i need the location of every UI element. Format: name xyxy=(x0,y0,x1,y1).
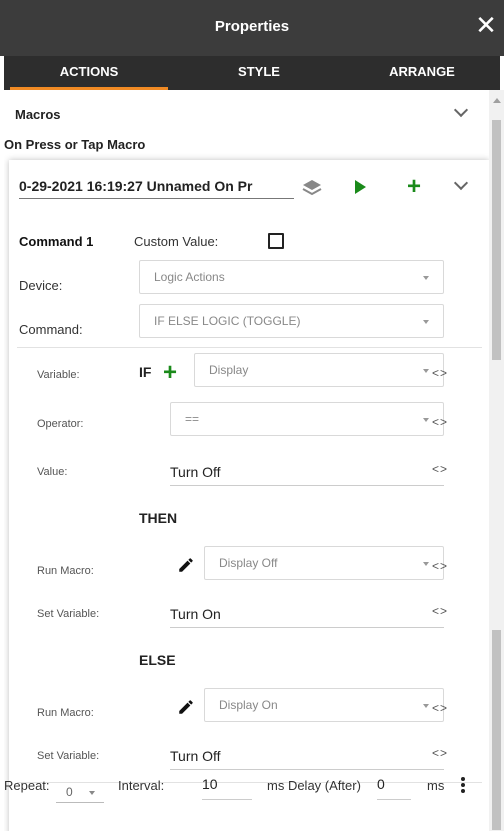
play-icon[interactable] xyxy=(355,180,366,194)
code-toggle-icon[interactable]: <> xyxy=(432,559,448,573)
repeat-label: Repeat: xyxy=(4,778,50,793)
operator-label: Operator: xyxy=(37,418,84,430)
code-toggle-icon[interactable]: <> xyxy=(432,415,448,429)
set-variable-label: Set Variable: xyxy=(37,750,100,762)
command-value: IF ELSE LOGIC (TOGGLE) xyxy=(154,314,301,328)
caret-down-icon xyxy=(423,369,429,373)
then-run-macro-value: Display Off xyxy=(219,556,278,570)
more-options-icon[interactable] xyxy=(461,777,465,795)
custom-value-label: Custom Value: xyxy=(134,234,219,249)
caret-down-icon xyxy=(423,276,429,280)
code-toggle-icon[interactable]: <> xyxy=(432,604,448,618)
repeat-value: 0 xyxy=(66,785,73,799)
caret-down-icon xyxy=(423,562,429,566)
repeat-row: Repeat: 0 Interval: 10 ms Delay (After) … xyxy=(4,767,489,807)
caret-down-icon xyxy=(89,791,95,795)
macro-name-input[interactable]: 0-29-2021 16:19:27 Unnamed On Pr xyxy=(19,178,294,199)
scrollbar[interactable] xyxy=(489,90,504,831)
variable-value: Display xyxy=(209,363,249,377)
if-keyword: IF xyxy=(139,364,152,380)
code-toggle-icon[interactable]: <> xyxy=(432,701,448,715)
properties-header: Properties ✕ xyxy=(0,0,504,56)
then-run-macro-select[interactable]: Display Off xyxy=(204,546,444,580)
else-keyword: ELSE xyxy=(139,652,176,668)
properties-content: Macros On Press or Tap Macro 0-29-2021 1… xyxy=(4,90,489,831)
scrollbar-thumb[interactable] xyxy=(492,120,501,360)
else-set-variable-input[interactable]: Turn Off xyxy=(170,742,444,770)
divider xyxy=(17,347,482,348)
else-run-macro-select[interactable]: Display On xyxy=(204,688,444,722)
set-variable-label: Set Variable: xyxy=(37,608,100,620)
custom-value-checkbox[interactable] xyxy=(268,233,284,249)
run-macro-label: Run Macro: xyxy=(37,565,94,577)
variable-label: Variable: xyxy=(37,369,80,381)
operator-value: == xyxy=(185,412,200,426)
interval-input[interactable]: 10 xyxy=(202,776,252,800)
repeat-select[interactable]: 0 xyxy=(56,777,104,803)
ms-label: ms xyxy=(427,778,445,793)
device-label: Device: xyxy=(19,278,63,293)
device-select[interactable]: Logic Actions xyxy=(139,260,444,294)
then-set-variable-input[interactable]: Turn On xyxy=(170,600,444,628)
on-press-macro-label: On Press or Tap Macro xyxy=(4,137,146,152)
pencil-icon[interactable] xyxy=(177,698,195,716)
tab-bar: ACTIONS STYLE ARRANGE xyxy=(4,56,500,90)
scrollbar-thumb[interactable] xyxy=(492,630,501,830)
value-input[interactable]: Turn Off xyxy=(170,458,444,486)
add-command-icon[interactable]: + xyxy=(407,175,421,199)
caret-down-icon xyxy=(423,418,429,422)
delay-input[interactable]: 0 xyxy=(377,776,411,800)
add-condition-icon[interactable]: + xyxy=(163,361,177,385)
command-label: Command: xyxy=(19,322,83,337)
macro-card: 0-29-2021 16:19:27 Unnamed On Pr + Comma… xyxy=(9,160,489,831)
then-keyword: THEN xyxy=(139,510,178,526)
caret-down-icon xyxy=(423,320,429,324)
tab-actions[interactable]: ACTIONS xyxy=(4,56,174,90)
command-select[interactable]: IF ELSE LOGIC (TOGGLE) xyxy=(139,304,444,338)
macros-section-label: Macros xyxy=(15,107,61,122)
tab-arrange[interactable]: ARRANGE xyxy=(344,56,500,90)
code-toggle-icon[interactable]: <> xyxy=(432,462,448,476)
caret-down-icon xyxy=(423,704,429,708)
pencil-icon[interactable] xyxy=(177,556,195,574)
layers-icon[interactable] xyxy=(301,178,323,198)
chevron-down-icon[interactable] xyxy=(453,102,469,118)
chevron-down-icon[interactable] xyxy=(453,175,469,191)
value-label: Value: xyxy=(37,466,68,478)
close-icon[interactable]: ✕ xyxy=(472,10,500,40)
run-macro-label: Run Macro: xyxy=(37,707,94,719)
operator-select[interactable]: == xyxy=(170,402,444,436)
delay-label: ms Delay (After) xyxy=(267,778,361,793)
variable-select[interactable]: Display xyxy=(194,353,444,387)
tab-style[interactable]: STYLE xyxy=(174,56,344,90)
panel-title: Properties xyxy=(214,18,290,35)
code-toggle-icon[interactable]: <> xyxy=(432,366,448,380)
interval-label: Interval: xyxy=(118,778,165,793)
command-title: Command 1 xyxy=(19,234,94,249)
else-run-macro-value: Display On xyxy=(219,698,278,712)
device-value: Logic Actions xyxy=(154,270,225,284)
scroll-up-icon[interactable] xyxy=(493,98,501,103)
code-toggle-icon[interactable]: <> xyxy=(432,746,448,760)
